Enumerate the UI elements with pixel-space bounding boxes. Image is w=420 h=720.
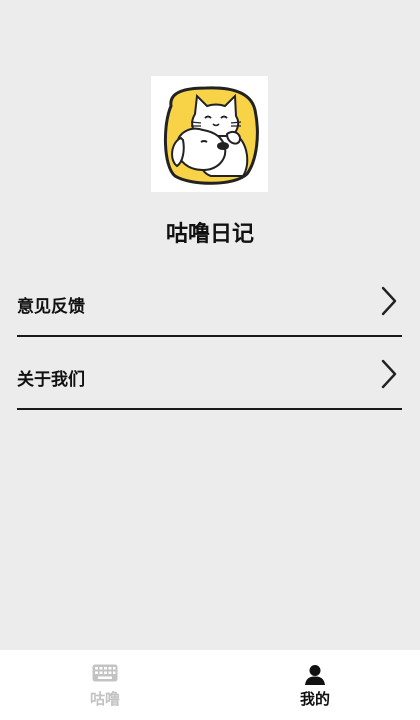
app-logo xyxy=(151,76,268,192)
menu-item-feedback[interactable]: 意见反馈 xyxy=(17,266,402,337)
main-content: 咕噜日记 意见反馈 关于我们 xyxy=(0,0,420,650)
chevron-right-icon xyxy=(381,286,397,316)
tab-label: 咕噜 xyxy=(89,690,120,708)
app-name: 咕噜日记 xyxy=(165,222,254,247)
bottom-tab-bar: 咕噜 我的 xyxy=(0,650,420,720)
user-icon xyxy=(305,665,325,685)
chevron-right-icon xyxy=(381,359,397,389)
menu-item-about[interactable]: 关于我们 xyxy=(17,339,402,410)
tab-mine[interactable]: 我的 xyxy=(210,650,420,720)
tab-gulu[interactable]: 咕噜 xyxy=(0,650,210,720)
keyboard-icon xyxy=(92,664,118,682)
menu-item-label: 意见反馈 xyxy=(17,297,85,317)
tab-label: 我的 xyxy=(299,690,330,708)
cat-dog-logo-icon xyxy=(163,86,259,185)
menu-item-label: 关于我们 xyxy=(17,370,85,390)
